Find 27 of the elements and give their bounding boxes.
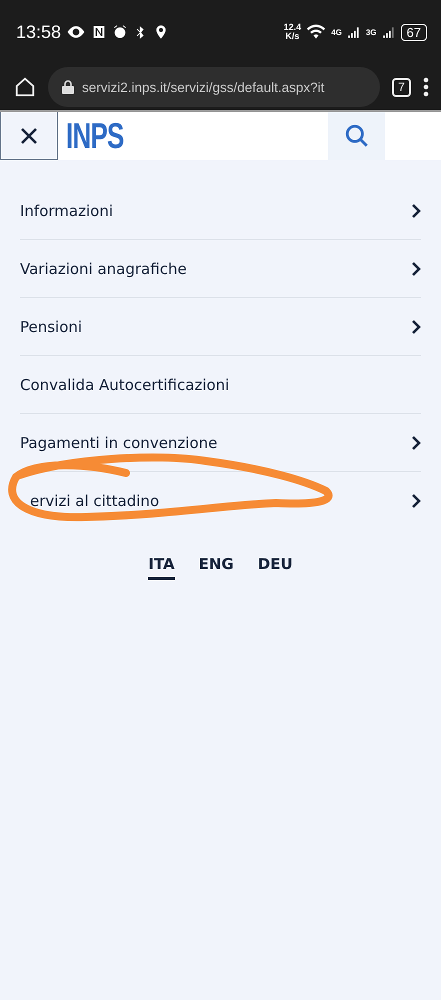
url-text: servizi2.inps.it/servizi/gss/default.aspx?it (82, 80, 324, 94)
lock-icon (62, 80, 74, 94)
nfc-icon (91, 24, 108, 40)
language-tab[interactable]: DEU (258, 555, 293, 580)
tab-count-button[interactable]: 7 (392, 78, 411, 96)
menu-item[interactable]: Variazioni anagrafiche (20, 240, 421, 298)
language-tab[interactable]: ENG (198, 555, 234, 580)
network-type: 4G (331, 28, 342, 36)
battery-indicator: 67 (400, 24, 427, 40)
search-button[interactable] (328, 112, 385, 160)
alarm-icon (112, 24, 128, 40)
more-icon[interactable] (423, 77, 429, 97)
address-bar[interactable]: servizi2.inps.it/servizi/gss/default.aspx?it (48, 67, 380, 107)
speed-unit: K/s (285, 32, 300, 41)
close-icon (20, 126, 38, 144)
search-icon (344, 123, 370, 149)
language-tab[interactable]: ITA (148, 555, 175, 580)
menu-item[interactable]: Informazioni (20, 182, 421, 240)
menu-item[interactable]: Convalida Autocertificazioni (20, 356, 421, 414)
network-type: 3G (366, 28, 377, 36)
menu-item[interactable]: ervizi al cittadino (20, 472, 421, 529)
menu-item[interactable]: Pensioni (20, 298, 421, 356)
close-button[interactable] (0, 112, 58, 160)
speed-value: 12.4 (284, 23, 302, 32)
menu-item[interactable]: Pagamenti in convenzione (20, 414, 421, 472)
status-time: 13:58 (16, 22, 62, 42)
home-icon[interactable] (14, 76, 36, 98)
